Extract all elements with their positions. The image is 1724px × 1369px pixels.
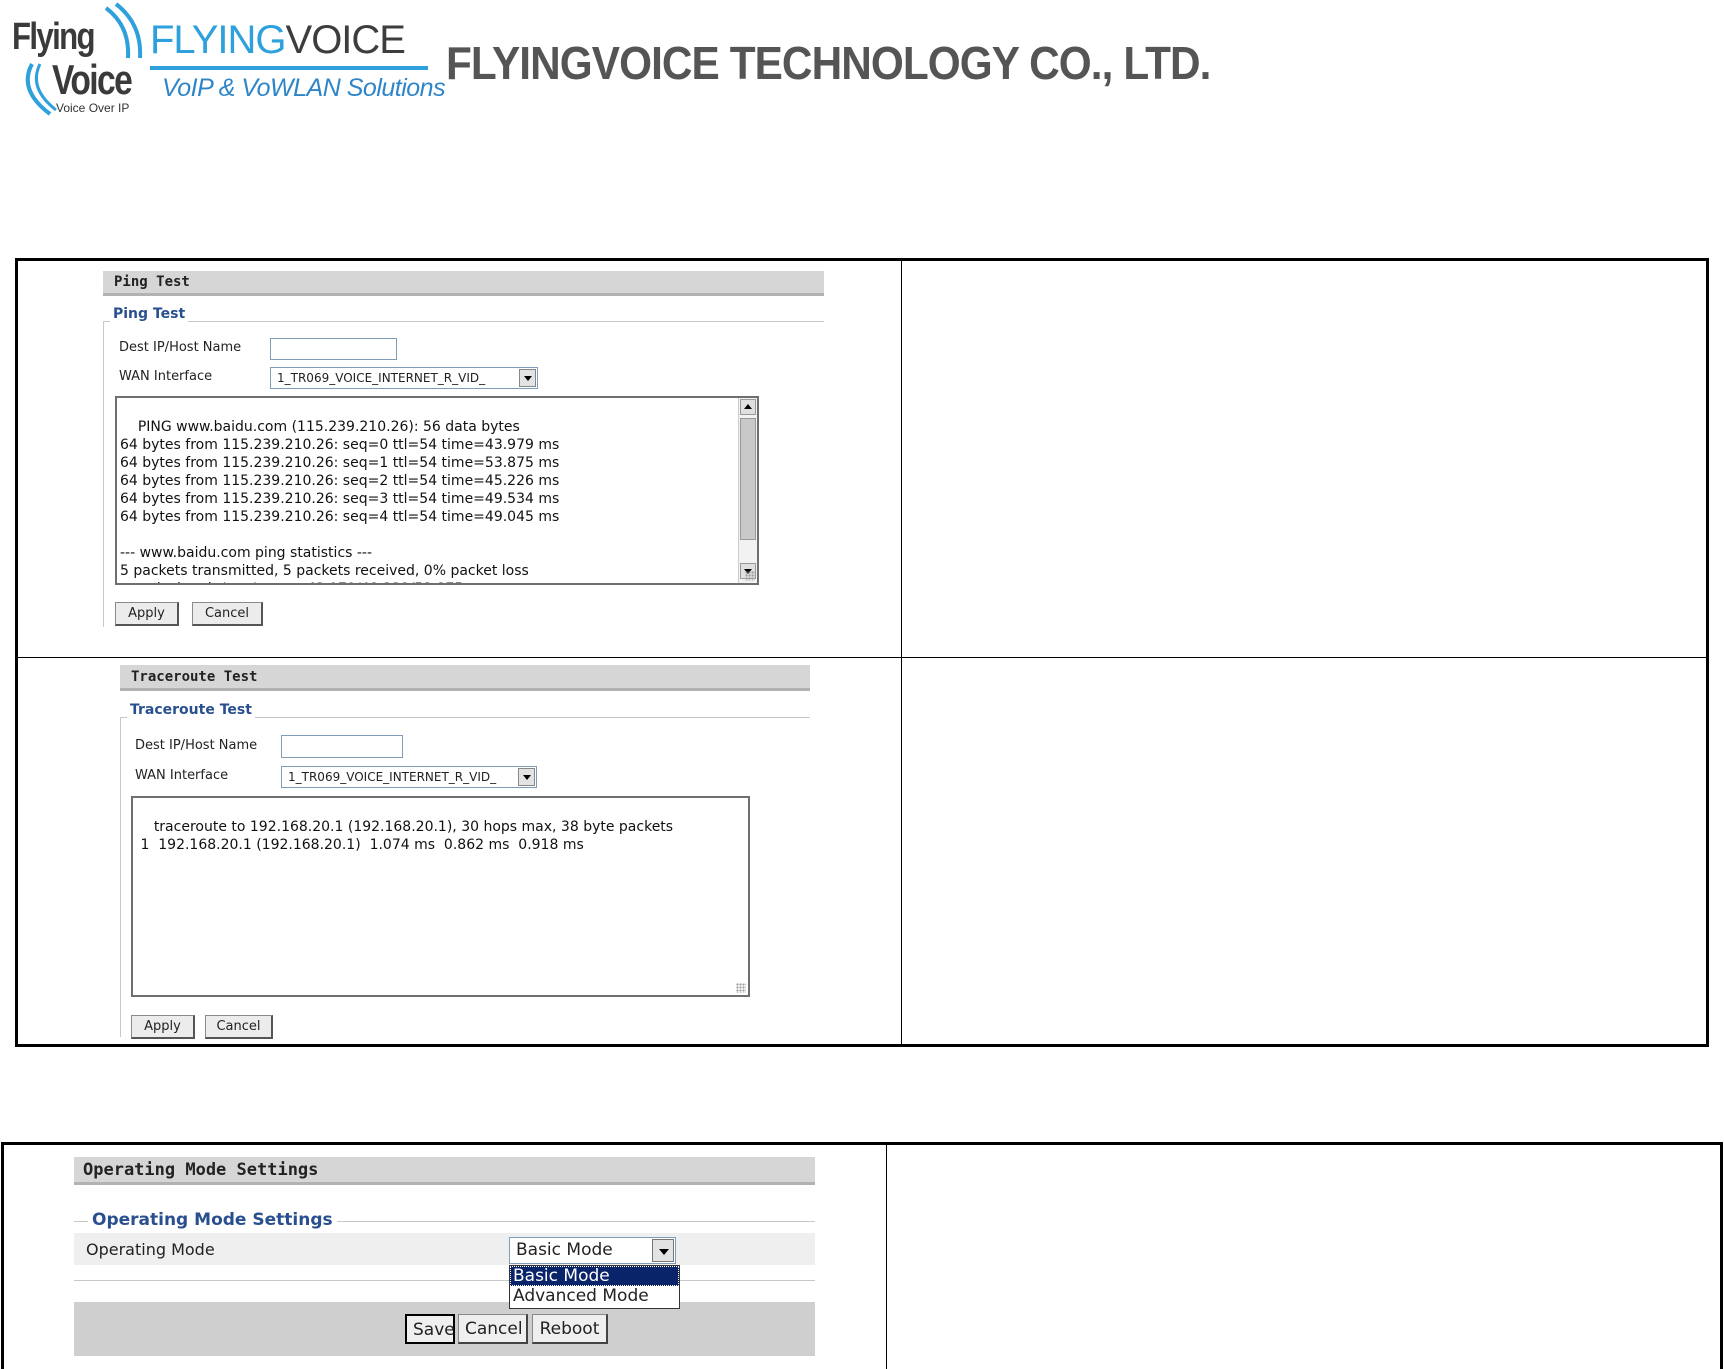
ping-test-legend: Ping Test (110, 306, 189, 322)
flyingvoice-wordmark: FLYINGVOICE VoIP & VoWLAN Solutions (150, 18, 446, 108)
wordmark-voice: VOICE (285, 18, 406, 62)
logo-text-voice: Voice (52, 56, 133, 103)
operating-mode-label: Operating Mode (86, 1240, 215, 1259)
wordmark-subtitle: VoIP & VoWLAN Solutions (162, 74, 446, 102)
wordmark-flying: FLYING (150, 18, 287, 62)
company-name: FLYINGVOICE TECHNOLOGY CO., LTD. (446, 37, 1211, 89)
fieldset-border (120, 717, 121, 1037)
traceroute-cancel-button[interactable]: Cancel (205, 1015, 273, 1039)
chevron-down-icon[interactable] (652, 1239, 674, 1262)
wan-interface-value: 1_TR069_VOICE_INTERNET_R_VID_ (277, 371, 486, 385)
resize-grip-icon[interactable] (736, 983, 746, 993)
option-advanced-mode[interactable]: Advanced Mode (510, 1286, 679, 1306)
traceroute-output-text: traceroute to 192.168.20.1 (192.168.20.1… (140, 819, 674, 853)
wordmark-underline (150, 66, 428, 70)
wan-interface-select[interactable]: 1_TR069_VOICE_INTERNET_R_VID_ (281, 766, 537, 788)
ping-apply-button[interactable]: Apply (115, 602, 179, 626)
save-button[interactable]: Save (405, 1314, 455, 1344)
traceroute-test-title: Traceroute Test (120, 665, 810, 691)
dest-host-label: Dest IP/Host Name (119, 340, 242, 355)
cancel-button[interactable]: Cancel (458, 1314, 528, 1344)
row-separator (74, 1280, 815, 1281)
flyingvoice-logo: Flying Voice Voice Over IP (10, 0, 143, 122)
wan-interface-label: WAN Interface (119, 369, 213, 384)
ping-output-scrollbar[interactable] (738, 398, 757, 583)
scroll-thumb[interactable] (740, 418, 756, 540)
ping-test-title: Ping Test (103, 271, 824, 296)
logo-tagline: Voice Over IP (56, 101, 130, 115)
operating-mode-legend: Operating Mode Settings (88, 1210, 337, 1230)
traceroute-test-legend: Traceroute Test (127, 702, 255, 718)
chevron-down-icon[interactable] (518, 768, 535, 786)
dest-host-input[interactable] (281, 735, 403, 758)
operating-mode-title: Operating Mode Settings (74, 1157, 815, 1185)
operating-mode-value: Basic Mode (516, 1240, 613, 1260)
wan-interface-value: 1_TR069_VOICE_INTERNET_R_VID_ (288, 770, 497, 784)
operating-mode-dropdown[interactable]: Basic Mode Advanced Mode (509, 1265, 680, 1309)
traceroute-apply-button[interactable]: Apply (131, 1015, 195, 1039)
reboot-button[interactable]: Reboot (532, 1314, 608, 1344)
fieldset-border (103, 321, 104, 627)
dest-host-input[interactable] (270, 338, 397, 360)
operating-mode-select[interactable]: Basic Mode (509, 1237, 676, 1264)
chevron-down-icon[interactable] (519, 369, 536, 387)
table-divider (886, 1144, 887, 1369)
fieldset-border (103, 321, 824, 322)
wan-interface-label: WAN Interface (135, 768, 229, 783)
option-basic-mode[interactable]: Basic Mode (510, 1266, 679, 1286)
table-divider (17, 657, 1707, 658)
ping-output-text: PING www.baidu.com (115.239.210.26): 56 … (120, 419, 560, 583)
dest-host-label: Dest IP/Host Name (135, 738, 258, 753)
ping-cancel-button[interactable]: Cancel (192, 602, 263, 626)
table-divider (901, 260, 902, 1045)
logo-text-flying: Flying (12, 16, 96, 58)
wan-interface-select[interactable]: 1_TR069_VOICE_INTERNET_R_VID_ (270, 367, 538, 389)
traceroute-output-textarea[interactable]: traceroute to 192.168.20.1 (192.168.20.1… (131, 796, 750, 997)
scroll-up-icon[interactable] (740, 399, 756, 415)
ping-output-textarea[interactable]: PING www.baidu.com (115.239.210.26): 56 … (115, 396, 759, 585)
resize-grip-icon[interactable] (745, 571, 755, 581)
